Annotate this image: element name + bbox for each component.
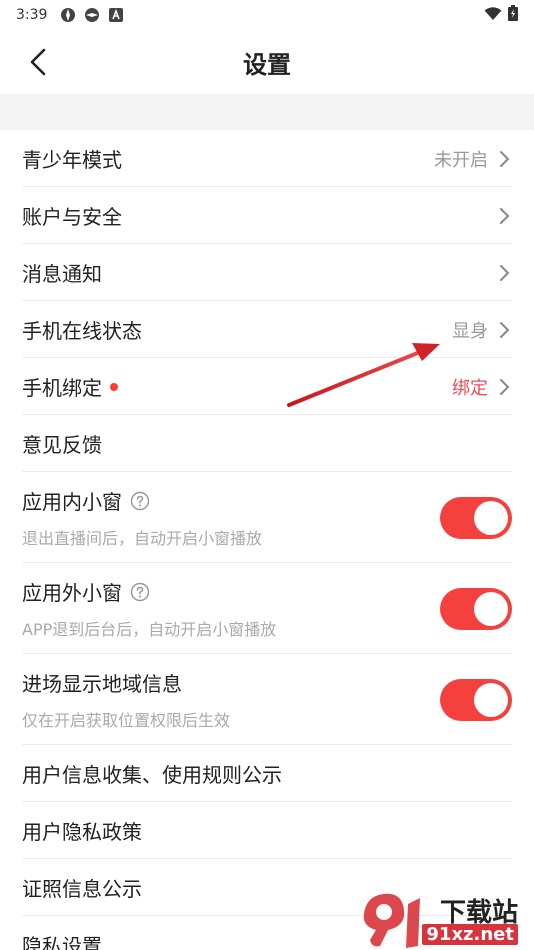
header: 设置 <box>0 30 534 94</box>
row-account-security[interactable]: 账户与安全 <box>0 187 534 244</box>
app-notification-icon <box>83 6 101 24</box>
settings-list: 青少年模式 未开启 账户与安全 消息通知 手机在线状态 显身 手机绑定 绑定 意… <box>0 130 534 950</box>
row-value: 未开启 <box>434 149 488 171</box>
toggle-knob <box>474 682 508 717</box>
help-icon[interactable] <box>130 582 150 602</box>
row-phone-binding[interactable]: 手机绑定 绑定 <box>0 358 534 415</box>
chevron-right-icon <box>498 320 512 340</box>
row-label: 证照信息公示 <box>22 877 142 901</box>
phone-binding-value: 绑定 <box>452 377 488 399</box>
row-label: 消息通知 <box>22 262 102 286</box>
font-notification-icon <box>107 6 125 24</box>
row-privacy-policy[interactable]: 用户隐私政策 <box>0 802 534 859</box>
row-label: 用户信息收集、使用规则公示 <box>22 763 282 787</box>
unread-dot <box>110 382 118 391</box>
row-label: 青少年模式 <box>22 148 122 172</box>
watermark-domain: 91xz.net <box>422 924 518 945</box>
watermark-emblem-icon <box>363 893 420 948</box>
row-label: 意见反馈 <box>22 433 102 457</box>
watermark-logo: 下载站 91xz.net <box>358 890 528 950</box>
row-subtitle: 仅在开启获取位置权限后生效 <box>22 711 231 730</box>
in-app-mini-window-toggle[interactable] <box>440 496 512 539</box>
status-bar: 3:39 <box>0 0 534 30</box>
section-divider <box>0 94 534 130</box>
row-subtitle: 退出直播间后，自动开启小窗播放 <box>22 529 263 548</box>
row-youth-mode[interactable]: 青少年模式 未开启 <box>0 130 534 187</box>
row-feedback[interactable]: 意见反馈 <box>0 415 534 472</box>
online-status-value: 显身 <box>452 320 488 342</box>
row-notifications[interactable]: 消息通知 <box>0 244 534 301</box>
out-app-mini-window-toggle[interactable] <box>440 587 512 630</box>
row-label: 手机绑定 <box>22 376 102 400</box>
page-title: 设置 <box>243 50 291 79</box>
back-button[interactable] <box>20 44 56 80</box>
chevron-right-icon <box>498 149 512 169</box>
chevron-right-icon <box>498 377 512 397</box>
region-info-toggle[interactable] <box>440 678 512 721</box>
toggle-knob <box>474 500 508 535</box>
row-label: 应用外小窗 <box>22 581 122 605</box>
battery-icon <box>508 5 518 25</box>
chevron-right-icon <box>498 263 512 283</box>
chevron-right-icon <box>498 206 512 226</box>
row-label: 进场显示地域信息 <box>22 672 182 696</box>
status-time: 3:39 <box>16 7 48 23</box>
row-label: 隐私设置 <box>22 934 102 950</box>
row-in-app-mini-window: 应用内小窗 退出直播间后，自动开启小窗播放 <box>0 472 534 563</box>
row-online-status[interactable]: 手机在线状态 显身 <box>0 301 534 358</box>
wifi-icon <box>484 6 502 25</box>
row-label: 手机在线状态 <box>22 319 142 343</box>
row-region-info: 进场显示地域信息 仅在开启获取位置权限后生效 <box>0 654 534 745</box>
back-arrow-icon <box>30 48 46 76</box>
row-data-collection-rules[interactable]: 用户信息收集、使用规则公示 <box>0 745 534 802</box>
toggle-knob <box>474 591 508 626</box>
row-subtitle: APP退到后台后，自动开启小窗播放 <box>22 620 277 639</box>
row-label: 账户与安全 <box>22 205 122 229</box>
help-icon[interactable] <box>130 491 150 511</box>
app-notification-icon <box>59 6 77 24</box>
row-label: 用户隐私政策 <box>22 820 142 844</box>
row-label: 应用内小窗 <box>22 490 122 514</box>
row-out-app-mini-window: 应用外小窗 APP退到后台后，自动开启小窗播放 <box>0 563 534 654</box>
